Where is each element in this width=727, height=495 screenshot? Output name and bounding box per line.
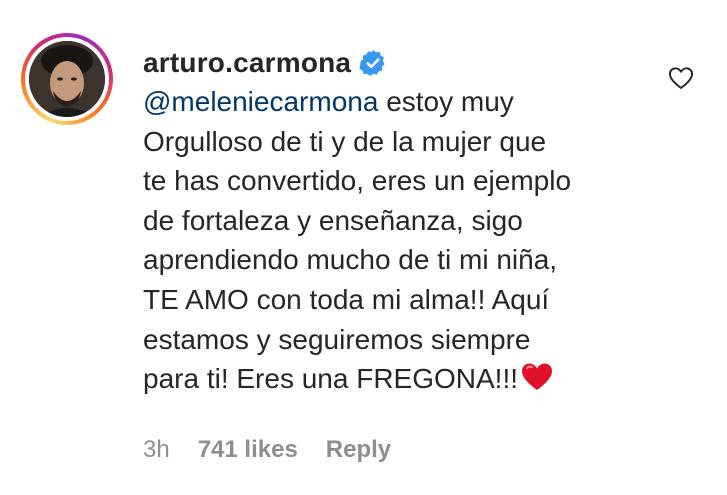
heart-outline-icon: [668, 67, 694, 89]
username-link[interactable]: arturo.carmona: [143, 47, 351, 79]
comment-timestamp[interactable]: 3h: [143, 436, 170, 464]
comment-line-3: te has convertido, eres un ejemplo: [143, 165, 572, 197]
likes-count-button[interactable]: 741 likes: [198, 436, 298, 464]
comment-line-5: aprendiendo mucho de ti mi niña,: [143, 244, 558, 276]
comment: arturo.carmona @meleniecarmona estoy muy…: [143, 44, 643, 399]
mention-link[interactable]: @meleniecarmona: [143, 86, 378, 117]
avatar[interactable]: [29, 41, 105, 117]
comment-line-8: para ti! Eres una FREGONA!!!: [143, 363, 519, 395]
red-heart-emoji: [520, 362, 554, 392]
comment-line-4: de fortaleza y enseñanza, sigo: [143, 204, 523, 236]
avatar-photo: [29, 41, 105, 117]
comment-line-2: Orgulloso de ti y de la mujer que: [143, 125, 547, 157]
reply-button[interactable]: Reply: [326, 436, 391, 464]
comment-line-6: TE AMO con toda mi alma!! Aquí: [143, 283, 550, 315]
verified-badge-icon: [359, 49, 387, 77]
like-button[interactable]: [667, 64, 695, 92]
comment-line-7: estamos y seguiremos siempre: [143, 323, 531, 355]
comment-meta: 3h 741 likes Reply: [143, 436, 391, 464]
comment-text: @meleniecarmona estoy muy Orgulloso de t…: [143, 82, 643, 399]
comment-header: arturo.carmona: [143, 44, 643, 82]
avatar-story-ring[interactable]: [21, 33, 113, 125]
comment-line-1: estoy muy: [378, 86, 514, 117]
